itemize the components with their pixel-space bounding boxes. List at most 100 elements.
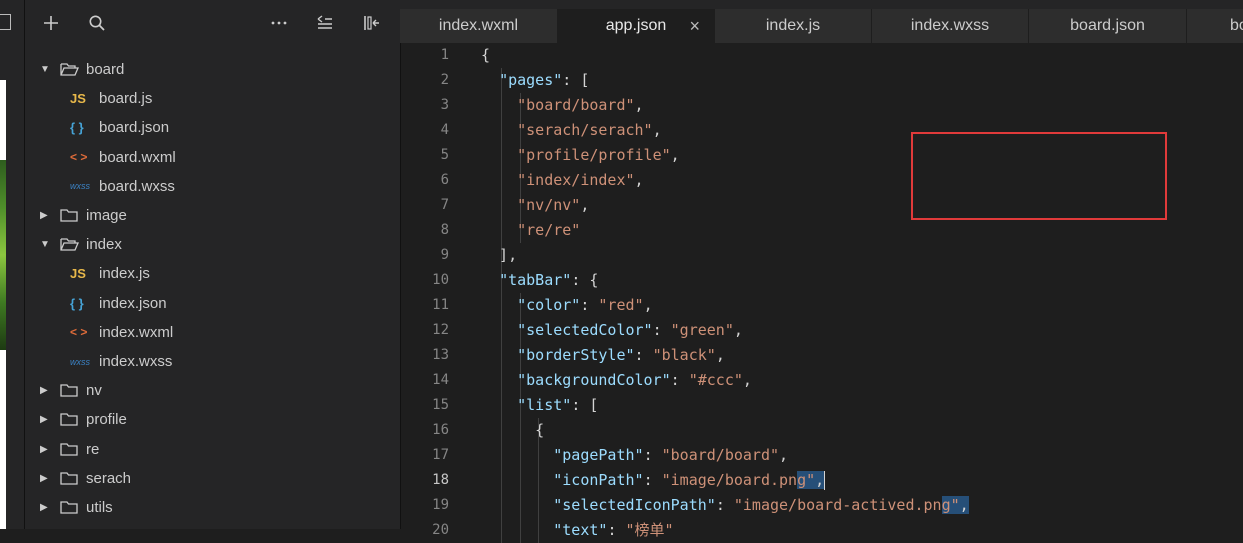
json-key: "color" xyxy=(517,296,581,314)
tab-index.wxss[interactable]: index.wxss xyxy=(872,9,1029,43)
json-string: "serach/serach" xyxy=(517,121,653,139)
code-line[interactable]: "text": "榜单" xyxy=(481,518,673,543)
json-key: "borderStyle" xyxy=(517,346,635,364)
chevron-right-icon[interactable]: ▶ xyxy=(40,473,50,484)
code-editor[interactable]: 1 2 3 4 5 6 7 8 9 10 11 12 13 14 15 16 17 18 19 20 { "pages… xyxy=(400,43,1243,543)
code-line[interactable]: "selectedColor": "green", xyxy=(481,318,743,343)
preview-area-bottom xyxy=(0,350,6,529)
tree-file-index.json[interactable]: { } index.json xyxy=(25,289,445,318)
punctuation: , xyxy=(670,146,680,164)
tree-file-index.wxss[interactable]: wxss index.wxss xyxy=(25,347,445,376)
tree-folder-serach[interactable]: ▶ serach xyxy=(25,464,415,493)
line-number: 1 xyxy=(440,47,449,63)
tree-file-board.json[interactable]: { } board.json xyxy=(25,113,445,142)
json-string: "re/re" xyxy=(517,221,581,239)
chevron-right-icon[interactable]: ▶ xyxy=(40,385,50,396)
tree-folder-board[interactable]: ▼ board xyxy=(25,55,415,84)
simulator-preview-strip xyxy=(0,0,25,529)
code-line[interactable]: "borderStyle": "black", xyxy=(481,343,725,368)
json-key: "backgroundColor" xyxy=(517,371,671,389)
tree-item-label: board.wxss xyxy=(99,177,175,195)
code-line[interactable]: "board/board", xyxy=(481,93,643,118)
tree-folder-index[interactable]: ▼ index xyxy=(25,230,415,259)
chevron-right-icon[interactable]: ▶ xyxy=(40,210,50,221)
text-cursor xyxy=(824,471,826,490)
tab-index.js[interactable]: index.js xyxy=(715,9,872,43)
tab-board.json[interactable]: board.json xyxy=(1029,9,1187,43)
code-line[interactable]: "index/index", xyxy=(481,168,643,193)
chevron-down-icon[interactable]: ▼ xyxy=(40,64,50,75)
tree-folder-nv[interactable]: ▶ nv xyxy=(25,376,415,405)
code-line[interactable]: "re/re" xyxy=(481,218,580,243)
punctuation: : xyxy=(715,496,734,514)
code-line[interactable]: "color": "red", xyxy=(481,293,652,318)
tree-file-board.wxss[interactable]: wxss board.wxss xyxy=(25,172,445,201)
punctuation: : xyxy=(580,296,599,314)
tree-folder-profile[interactable]: ▶ profile xyxy=(25,405,415,434)
collapse-all-icon[interactable] xyxy=(316,14,334,32)
folder-icon xyxy=(60,383,79,398)
folder-icon xyxy=(60,208,79,223)
line-number: 12 xyxy=(432,322,449,338)
json-key: "pagePath" xyxy=(553,446,644,464)
tree-item-label: nv xyxy=(86,382,102,400)
code-line[interactable]: "pages": [ xyxy=(481,68,589,93)
tab-index.wxml[interactable]: index.wxml xyxy=(400,9,558,43)
code-line[interactable]: "selectedIconPath": "image/board-actived… xyxy=(481,493,969,518)
add-file-icon[interactable] xyxy=(42,14,60,32)
tree-item-label: utils xyxy=(86,499,113,516)
file-explorer: ▼ board JS board.js{ } board.json < > board.wx… xyxy=(25,0,400,529)
close-icon[interactable]: × xyxy=(689,16,700,37)
punctuation xyxy=(481,446,553,464)
tab-app.json[interactable]: app.json × xyxy=(558,9,715,43)
wxml-file-icon: < > xyxy=(70,325,88,340)
code-line[interactable]: "profile/profile", xyxy=(481,143,680,168)
line-number: 18 xyxy=(432,472,449,488)
search-icon[interactable] xyxy=(88,14,106,32)
json-file-icon: { } xyxy=(70,295,84,311)
line-number: 5 xyxy=(440,147,449,163)
punctuation xyxy=(481,196,517,214)
code-line[interactable]: "iconPath": "image/board.png", xyxy=(481,468,826,493)
more-icon[interactable] xyxy=(270,14,288,32)
code-line[interactable]: ], xyxy=(481,243,517,268)
folder-icon xyxy=(60,500,79,515)
line-number: 4 xyxy=(440,122,449,138)
code-line[interactable]: "backgroundColor": "#ccc", xyxy=(481,368,752,393)
json-string: "profile/profile" xyxy=(517,146,671,164)
tree-folder-re[interactable]: ▶ re xyxy=(25,435,415,464)
code-area[interactable]: { "pages": [ "board/board", "serach/sera… xyxy=(481,43,1243,543)
split-panel-icon[interactable] xyxy=(362,14,382,32)
tree-file-board.wxml[interactable]: < > board.wxml xyxy=(25,143,445,172)
code-line[interactable]: "list": [ xyxy=(481,393,598,418)
chevron-right-icon[interactable]: ▶ xyxy=(40,444,50,455)
punctuation xyxy=(481,471,553,489)
punctuation: : xyxy=(643,446,662,464)
code-line[interactable]: "serach/serach", xyxy=(481,118,662,143)
line-number: 16 xyxy=(432,422,449,438)
chevron-right-icon[interactable]: ▶ xyxy=(40,414,50,425)
code-line[interactable]: { xyxy=(481,418,544,443)
tree-item-label: profile xyxy=(86,411,127,429)
tree-folder-image[interactable]: ▶ image xyxy=(25,201,415,230)
chevron-down-icon[interactable]: ▼ xyxy=(40,239,50,250)
tree-file-index.js[interactable]: JS index.js xyxy=(25,259,445,288)
code-line[interactable]: "pagePath": "board/board", xyxy=(481,443,788,468)
code-line[interactable]: "nv/nv", xyxy=(481,193,589,218)
tree-file-board.js[interactable]: JS board.js xyxy=(25,84,445,113)
js-file-icon: JS xyxy=(70,266,86,282)
punctuation: { xyxy=(481,46,491,64)
explorer-toolbar xyxy=(25,0,400,50)
tree-item-label: index.json xyxy=(99,294,167,312)
chevron-right-icon[interactable]: ▶ xyxy=(40,502,50,513)
code-line[interactable]: { xyxy=(481,43,490,68)
punctuation xyxy=(481,346,517,364)
punctuation xyxy=(481,396,517,414)
code-line[interactable]: "tabBar": { xyxy=(481,268,598,293)
tab-boa[interactable]: boa xyxy=(1187,9,1243,43)
tree-file-index.wxml[interactable]: < > index.wxml xyxy=(25,318,445,347)
line-number: 3 xyxy=(440,97,449,113)
panel-toggle-icon[interactable] xyxy=(0,14,11,30)
json-key: "tabBar" xyxy=(499,271,572,289)
tree-folder-utils[interactable]: ▶ utils xyxy=(25,493,415,522)
